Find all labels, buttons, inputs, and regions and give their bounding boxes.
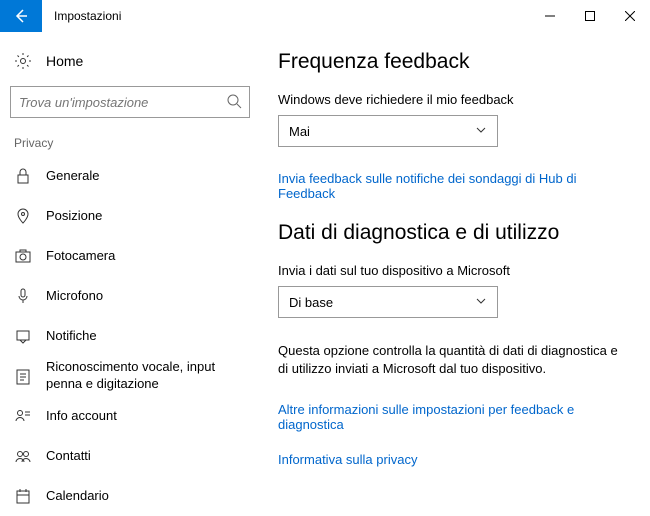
- close-button[interactable]: [610, 0, 650, 32]
- diag-select[interactable]: Di base: [278, 286, 498, 318]
- sidebar-item-posizione[interactable]: Posizione: [0, 196, 260, 236]
- sidebar-item-label: Posizione: [46, 208, 244, 225]
- chevron-down-icon: [475, 295, 487, 310]
- window-controls: [530, 0, 650, 32]
- contacts-icon: [14, 447, 32, 465]
- feedback-label: Windows deve richiedere il mio feedback: [278, 92, 632, 107]
- sidebar-item-label: Generale: [46, 168, 244, 185]
- feedback-select[interactable]: Mai: [278, 115, 498, 147]
- sidebar-section-label: Privacy: [0, 128, 260, 156]
- sidebar-item-riconoscimento[interactable]: Riconoscimento vocale, input penna e dig…: [0, 356, 260, 396]
- maximize-button[interactable]: [570, 0, 610, 32]
- privacy-link[interactable]: Informativa sulla privacy: [278, 452, 632, 467]
- account-icon: [14, 407, 32, 425]
- sidebar-item-fotocamera[interactable]: Fotocamera: [0, 236, 260, 276]
- notification-icon: [14, 327, 32, 345]
- sidebar-item-contatti[interactable]: Contatti: [0, 436, 260, 476]
- location-icon: [14, 207, 32, 225]
- feedback-hub-link[interactable]: Invia feedback sulle notifiche dei sonda…: [278, 171, 632, 201]
- sidebar-item-label: Fotocamera: [46, 248, 244, 265]
- diag-select-value: Di base: [289, 295, 333, 310]
- sidebar-item-account[interactable]: Info account: [0, 396, 260, 436]
- feedback-heading: Frequenza feedback: [278, 50, 632, 74]
- feedback-select-value: Mai: [289, 124, 310, 139]
- camera-icon: [14, 247, 32, 265]
- search-wrap: [10, 86, 250, 118]
- search-input[interactable]: [10, 86, 250, 118]
- titlebar: Impostazioni: [0, 0, 650, 32]
- back-arrow-icon: [13, 8, 29, 24]
- lock-icon: [14, 167, 32, 185]
- minimize-icon: [545, 11, 555, 21]
- main-panel: Frequenza feedback Windows deve richiede…: [260, 32, 650, 509]
- sidebar-item-label: Info account: [46, 408, 244, 425]
- sidebar-item-label: Riconoscimento vocale, input penna e dig…: [46, 359, 244, 393]
- home-button[interactable]: Home: [0, 44, 260, 78]
- sidebar-item-microfono[interactable]: Microfono: [0, 276, 260, 316]
- sidebar-item-label: Notifiche: [46, 328, 244, 345]
- diag-description: Questa opzione controlla la quantità di …: [278, 342, 628, 378]
- back-button[interactable]: [0, 0, 42, 32]
- microphone-icon: [14, 287, 32, 305]
- diag-label: Invia i dati sul tuo dispositivo a Micro…: [278, 263, 632, 278]
- sidebar-item-label: Microfono: [46, 288, 244, 305]
- maximize-icon: [585, 11, 595, 21]
- minimize-button[interactable]: [530, 0, 570, 32]
- chevron-down-icon: [475, 124, 487, 139]
- speech-icon: [14, 367, 32, 385]
- window-title: Impostazioni: [42, 0, 530, 32]
- sidebar-item-notifiche[interactable]: Notifiche: [0, 316, 260, 356]
- diag-heading: Dati di diagnostica e di utilizzo: [278, 221, 632, 245]
- gear-icon: [14, 52, 32, 70]
- sidebar-item-calendario[interactable]: Calendario: [0, 476, 260, 516]
- sidebar: Home Privacy Generale Posizione Fotocame…: [0, 32, 260, 509]
- diag-more-info-link[interactable]: Altre informazioni sulle impostazioni pe…: [278, 402, 632, 432]
- close-icon: [625, 11, 635, 21]
- sidebar-item-label: Contatti: [46, 448, 244, 465]
- search-icon: [226, 93, 242, 112]
- sidebar-item-generale[interactable]: Generale: [0, 156, 260, 196]
- home-label: Home: [46, 53, 83, 69]
- sidebar-item-label: Calendario: [46, 488, 244, 505]
- calendar-icon: [14, 487, 32, 505]
